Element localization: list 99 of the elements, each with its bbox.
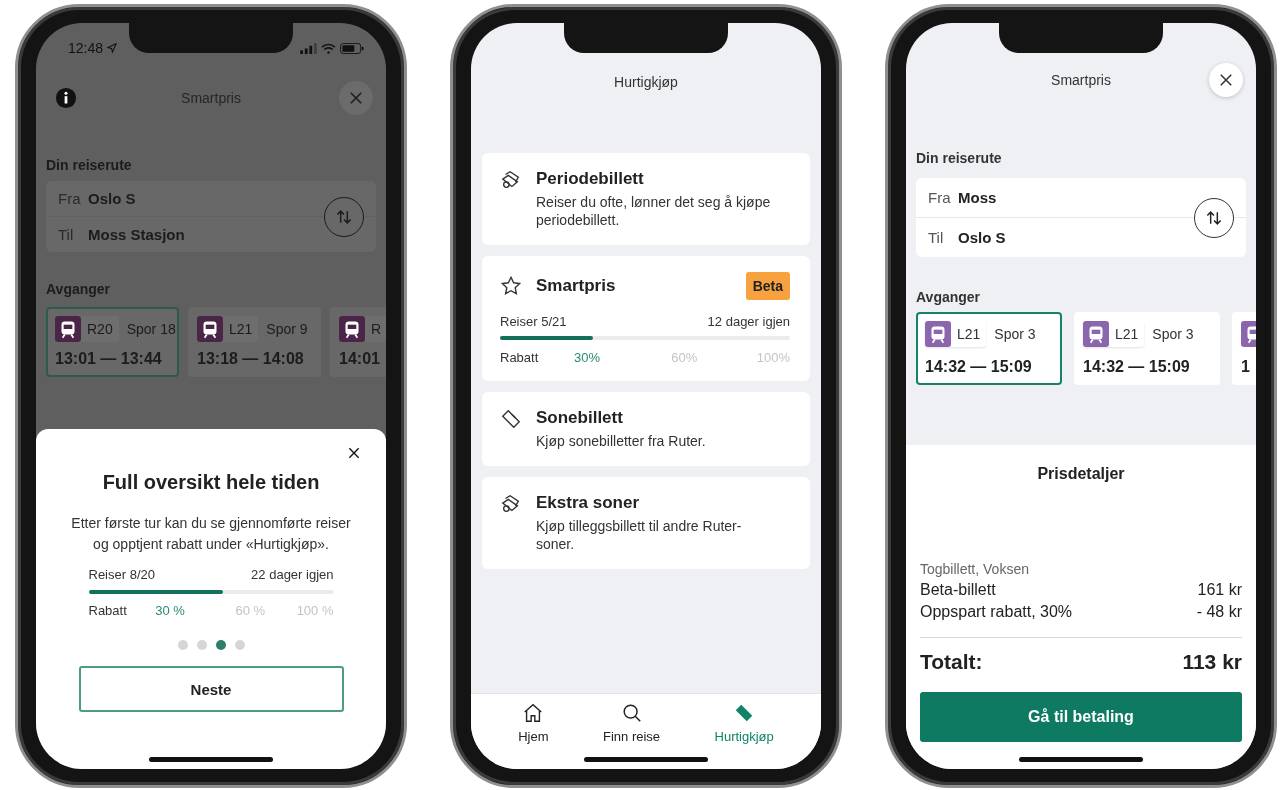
line-number: R20 — [87, 321, 113, 337]
sheet-title: Full oversikt hele tiden — [102, 471, 320, 494]
screen-title: Smartpris — [1051, 72, 1111, 88]
departure-time: 13:18 — 14:08 — [197, 350, 305, 368]
tab-item[interactable]: Hjem — [518, 702, 549, 748]
close-button[interactable] — [339, 81, 373, 115]
page-dot[interactable] — [215, 640, 226, 650]
price-label: Oppspart rabatt, 30% — [920, 603, 1073, 621]
price-amount: - 48 kr — [1196, 603, 1242, 621]
discount-step: 100% — [710, 350, 790, 365]
wifi-icon — [321, 42, 336, 54]
tickets-icon — [500, 493, 522, 515]
departure-time: 1 — [1241, 358, 1251, 376]
ticket-icon — [500, 408, 522, 430]
discount-step: 30 % — [128, 603, 197, 618]
departure-card[interactable]: L21 Spor 3 14:32 — 15:09 — [1074, 312, 1220, 385]
price-label: Beta-billett — [920, 581, 996, 599]
product-card[interactable]: Smartpris Beta Reiser 5/21 12 dager igjen Rabatt 30% 60% 100% — [482, 256, 810, 381]
page-dot[interactable] — [234, 640, 245, 650]
track-label: Spor 3 — [994, 326, 1036, 342]
search-icon — [620, 702, 643, 724]
home-icon — [522, 702, 545, 724]
line-number: L21 — [957, 326, 981, 342]
days-left: 12 dager igjen — [707, 314, 790, 329]
to-label: Til — [58, 226, 75, 243]
section-heading: Din reiserute — [46, 157, 133, 173]
departure-time: 14:32 — 15:09 — [925, 358, 1033, 376]
departure-time: 14:32 — 15:09 — [1083, 358, 1191, 376]
close-button[interactable] — [1209, 63, 1243, 97]
product-card[interactable]: Periodebillett Reiser du ofte, lønner det seg å kjøpe periodebillett. — [482, 153, 810, 245]
product-description: Reiser du ofte, lønner det seg å kjøpe periodebillett. — [536, 193, 772, 229]
departure-card[interactable]: L21 Spor 3 14:32 — 15:09 — [916, 312, 1062, 385]
from-station: Moss — [958, 189, 997, 206]
discount-step: 60 % — [196, 603, 266, 618]
page-dot[interactable] — [196, 640, 207, 650]
track-label: Spor 18 — [126, 321, 176, 337]
tab-item[interactable]: Finn reise — [603, 702, 661, 748]
tab-item[interactable]: Hurtigkjøp — [714, 702, 774, 748]
sheet-text: Etter første tur kan du se gjennomførte reiser og opptjent rabatt under «Hurtigkjøp». — [70, 514, 352, 554]
product-description: Kjøp tilleggsbillett til andre Ruter-soner. — [536, 517, 743, 553]
price-title: Prisdetaljer — [1036, 465, 1126, 483]
section-heading: Din reiserute — [916, 150, 1003, 166]
product-title: Ekstra soner — [536, 493, 640, 513]
train-icon — [1083, 321, 1109, 347]
to-station: Moss Stasjon — [88, 226, 185, 243]
pay-button[interactable]: Gå til betaling — [920, 692, 1242, 742]
line-number: L21 — [229, 321, 253, 337]
next-button[interactable]: Neste — [78, 666, 344, 712]
price-amount: 161 kr — [1197, 581, 1242, 599]
close-icon — [1217, 71, 1235, 89]
close-icon — [347, 89, 365, 107]
close-icon[interactable] — [346, 445, 362, 461]
discount-step: 100 % — [265, 603, 334, 618]
star-icon — [500, 275, 522, 297]
ticket-type: Togbillett, Voksen — [920, 561, 1030, 577]
line-number: L21 — [1115, 326, 1139, 342]
discount-label: Rabatt — [88, 603, 128, 618]
discount-label: Rabatt — [500, 350, 540, 365]
from-label: Fra — [58, 190, 80, 207]
section-heading: Avganger — [46, 281, 112, 297]
signal-icon — [300, 42, 317, 54]
trip-count: Reiser 5/21 — [500, 314, 567, 329]
train-icon — [339, 316, 365, 342]
location-arrow-icon — [107, 43, 118, 53]
product-card[interactable]: Sonebillett Kjøp sonebilletter fra Ruter. — [482, 392, 810, 466]
product-title: Sonebillett — [536, 408, 624, 428]
line-number: R — [371, 321, 382, 337]
product-title: Periodebillett — [536, 169, 645, 189]
from-station: Oslo S — [88, 190, 136, 207]
to-label: Til — [928, 229, 945, 246]
beta-badge: Beta — [745, 272, 790, 300]
days-left: 22 dager igjen — [251, 567, 334, 582]
tickets-icon — [500, 169, 522, 191]
train-icon — [925, 321, 951, 347]
info-icon[interactable] — [55, 87, 77, 109]
status-time: 12:48 — [68, 40, 104, 56]
total-amount: 113 kr — [1182, 650, 1242, 674]
discount-step: 30% — [552, 350, 632, 365]
product-description: Kjøp sonebilletter fra Ruter. — [536, 432, 706, 450]
departure-time: 13:01 — 13:44 — [55, 350, 163, 368]
product-title: Smartpris — [536, 276, 616, 296]
from-label: Fra — [928, 189, 950, 206]
trip-count: Reiser 8/20 — [88, 567, 155, 582]
track-label: Spor 9 — [266, 321, 308, 337]
product-card[interactable]: Ekstra soner Kjøp tilleggsbillett til andre Ruter-soner. — [482, 477, 810, 569]
battery-icon — [340, 42, 364, 54]
departure-card[interactable]: 1 — [1232, 312, 1256, 385]
swap-button[interactable] — [1194, 197, 1234, 238]
train-icon — [55, 316, 81, 342]
track-label: Spor 3 — [1152, 326, 1194, 342]
page-dot[interactable] — [177, 640, 188, 650]
screen-title: Smartpris — [181, 90, 241, 106]
section-heading: Avganger — [916, 289, 982, 305]
train-icon — [197, 316, 223, 342]
screen-title: Hurtigkjøp — [614, 74, 678, 90]
departure-time: 14:01 — [339, 350, 381, 368]
total-label: Totalt: — [920, 650, 983, 674]
to-station: Oslo S — [958, 229, 1006, 246]
discount-step: 60% — [631, 350, 711, 365]
